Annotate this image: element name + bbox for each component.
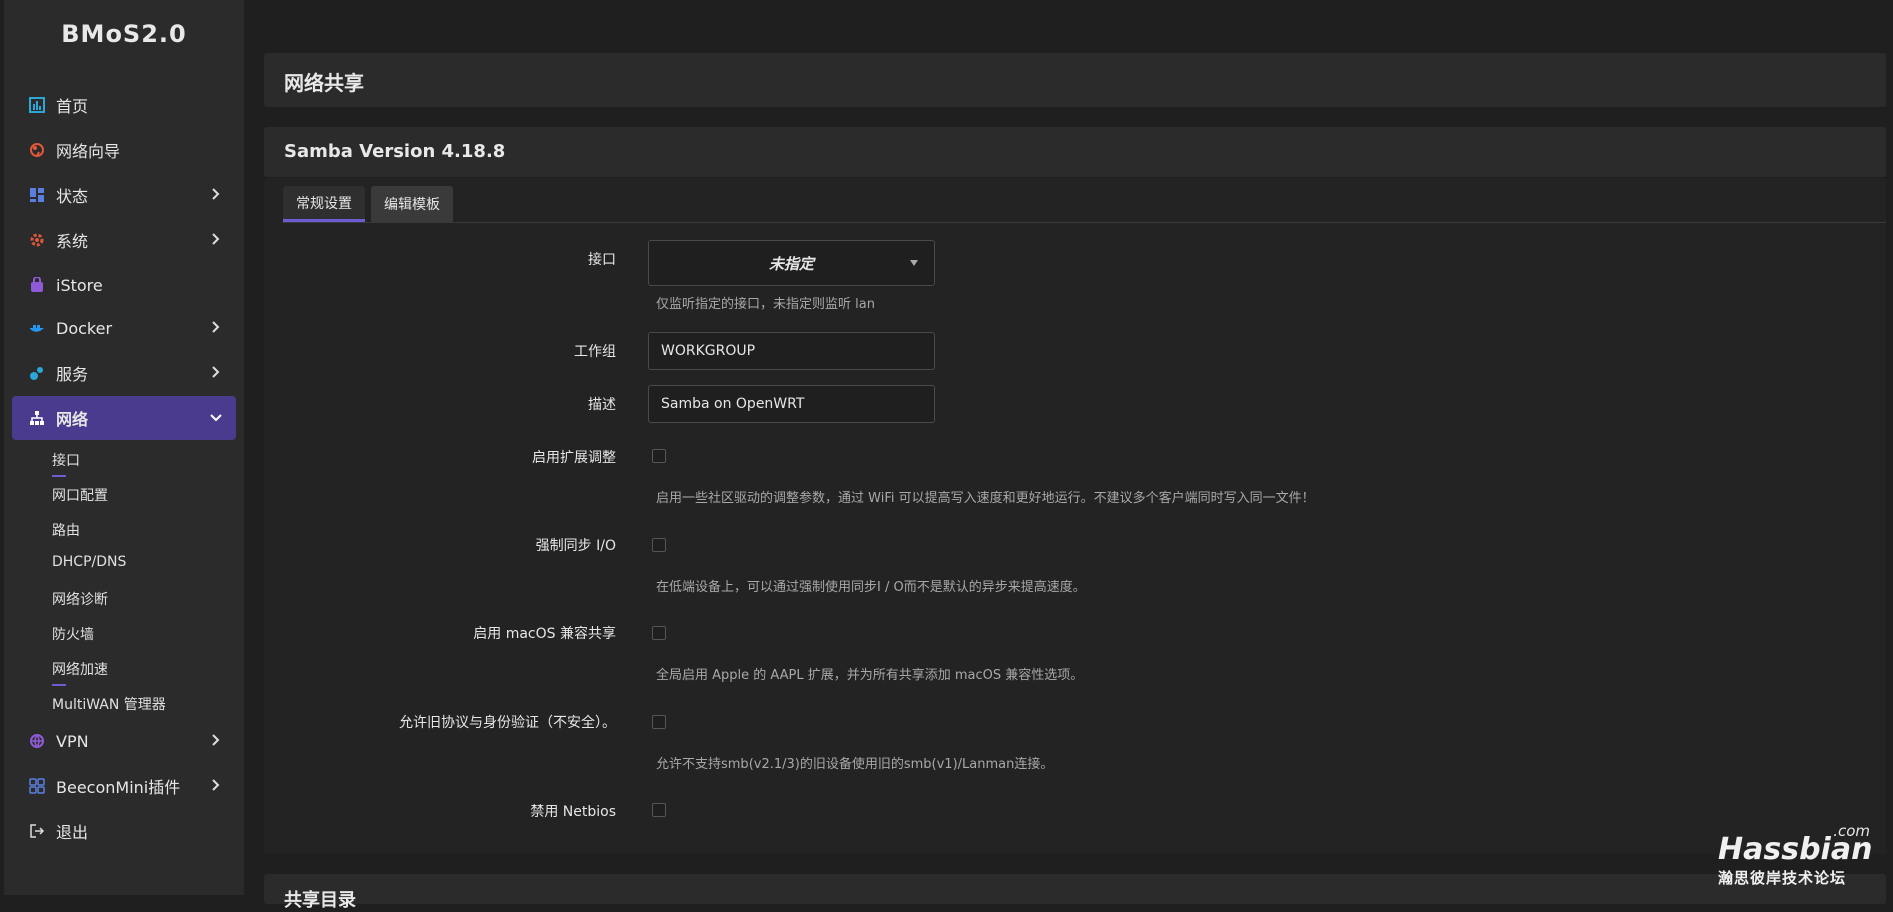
apps-grid-icon (28, 777, 46, 795)
chevron-right-icon (212, 734, 220, 746)
sidebar-item-beeconmini[interactable]: BeeconMini插件 (12, 765, 236, 807)
description-input[interactable]: Samba on OpenWRT (648, 385, 935, 423)
sidebar-subitem-port-config[interactable]: 网口配置 (52, 485, 108, 505)
store-bag-icon (28, 276, 46, 294)
chevron-right-icon (212, 188, 220, 200)
tab-general-settings[interactable]: 常规设置 (283, 186, 365, 222)
sidebar-item-status[interactable]: 状态 (12, 174, 236, 216)
network-tree-icon (28, 409, 46, 427)
sidebar-item-label: iStore (56, 275, 103, 295)
settings-panel (264, 178, 1886, 854)
tuning-help: 启用一些社区驱动的调整参数，通过 WiFi 可以提高写入速度和更好地运行。不建议… (656, 491, 1315, 506)
macos-help: 全局启用 Apple 的 AAPL 扩展，并为所有共享添加 macOS 兼容性选… (656, 668, 1084, 683)
brand-logo: BMoS2.0 (61, 20, 187, 48)
sidebar-item-label: 状态 (56, 187, 89, 206)
sync-io-label: 强制同步 I/O (535, 538, 616, 554)
page-header: 网络共享 (264, 53, 1886, 107)
interface-select[interactable]: 未指定 (648, 240, 935, 286)
macos-checkbox[interactable] (652, 626, 666, 640)
logout-icon (28, 822, 46, 840)
sidebar-item-label: 服务 (56, 365, 89, 384)
section-title: Samba Version 4.18.8 (284, 141, 506, 162)
netbios-label: 禁用 Netbios (530, 804, 616, 820)
sidebar-subitem-multiwan[interactable]: MultiWAN 管理器 (52, 694, 166, 714)
sidebar-item-istore[interactable]: iStore (12, 264, 236, 306)
sidebar-item-wizard[interactable]: 网络向导 (12, 129, 236, 171)
sidebar-item-logout[interactable]: 退出 (12, 810, 236, 852)
workgroup-label: 工作组 (574, 344, 616, 360)
sidebar-item-label: Docker (56, 318, 113, 338)
sidebar-item-label: VPN (56, 731, 89, 751)
chevron-right-icon (212, 779, 220, 791)
legacy-protocol-help: 允许不支持smb(v2.1/3)的旧设备使用旧的smb(v1)/Lanman连接… (656, 757, 1054, 772)
share-directory-title: 共享目录 (284, 890, 356, 911)
sidebar-item-docker[interactable]: Docker (12, 307, 236, 349)
dashboard-icon (28, 96, 46, 114)
tabs-divider (282, 222, 1886, 223)
macos-label: 启用 macOS 兼容共享 (473, 626, 616, 642)
globe-icon (28, 141, 46, 159)
tuning-checkbox[interactable] (652, 449, 666, 463)
sidebar-item-label: 系统 (56, 232, 89, 251)
sidebar-item-label: BeeconMini插件 (56, 778, 181, 797)
legacy-protocol-checkbox[interactable] (652, 715, 666, 729)
watermark-tagline: 瀚思彼岸技术论坛 (1718, 869, 1847, 887)
netbios-checkbox[interactable] (652, 803, 666, 817)
legacy-protocol-label: 允许旧协议与身份验证（不安全）。 (399, 715, 616, 731)
watermark-brand: Hassbian (1718, 832, 1873, 867)
vpn-globe-icon (28, 732, 46, 750)
sidebar-subitem-interfaces[interactable]: 接口 (52, 450, 80, 477)
workgroup-input[interactable]: WORKGROUP (648, 332, 935, 370)
sidebar-subitem-acceleration[interactable]: 网络加速 (52, 659, 108, 686)
tab-edit-template[interactable]: 编辑模板 (371, 186, 453, 222)
sidebar-item-network[interactable]: 网络 (12, 396, 236, 440)
sidebar: BMoS2.0 首页 网络向导 状态 系统 iStore Docker 服务 网… (4, 0, 244, 895)
gear-icon (28, 231, 46, 249)
page-title: 网络共享 (284, 71, 364, 95)
sidebar-subitem-dhcp-dns[interactable]: DHCP/DNS (52, 554, 126, 570)
grid-icon (28, 186, 46, 204)
sidebar-item-label: 网络 (56, 410, 89, 429)
sidebar-item-label: 退出 (56, 823, 89, 842)
chevron-right-icon (212, 366, 220, 378)
interface-help: 仅监听指定的接口，未指定则监听 lan (656, 297, 875, 312)
sync-io-help: 在低端设备上，可以通过强制使用同步I / O而不是默认的异步来提高速度。 (656, 580, 1086, 595)
hassbian-watermark: .com Hassbian 瀚思彼岸技术论坛 (1716, 822, 1876, 894)
chevron-down-icon (210, 414, 222, 422)
sidebar-item-services[interactable]: 服务 (12, 352, 236, 394)
sidebar-item-label: 首页 (56, 97, 89, 116)
share-directory-header: 共享目录 (264, 874, 1886, 911)
sidebar-item-home[interactable]: 首页 (12, 84, 236, 126)
docker-whale-icon (28, 319, 46, 337)
services-gears-icon (28, 364, 46, 382)
chevron-right-icon (212, 321, 220, 333)
caret-down-icon (910, 260, 918, 266)
sidebar-item-system[interactable]: 系统 (12, 219, 236, 261)
description-label: 描述 (588, 397, 616, 413)
sidebar-item-vpn[interactable]: VPN (12, 720, 236, 762)
sidebar-subitem-diagnostics[interactable]: 网络诊断 (52, 589, 108, 609)
sidebar-item-label: 网络向导 (56, 142, 121, 161)
sync-io-checkbox[interactable] (652, 538, 666, 552)
section-header: Samba Version 4.18.8 (264, 127, 1886, 177)
sidebar-subitem-firewall[interactable]: 防火墙 (52, 624, 94, 644)
chevron-right-icon (212, 233, 220, 245)
tuning-label: 启用扩展调整 (532, 450, 616, 466)
sidebar-subitem-routing[interactable]: 路由 (52, 520, 80, 540)
interface-select-value: 未指定 (768, 254, 814, 273)
interface-label: 接口 (588, 252, 616, 268)
